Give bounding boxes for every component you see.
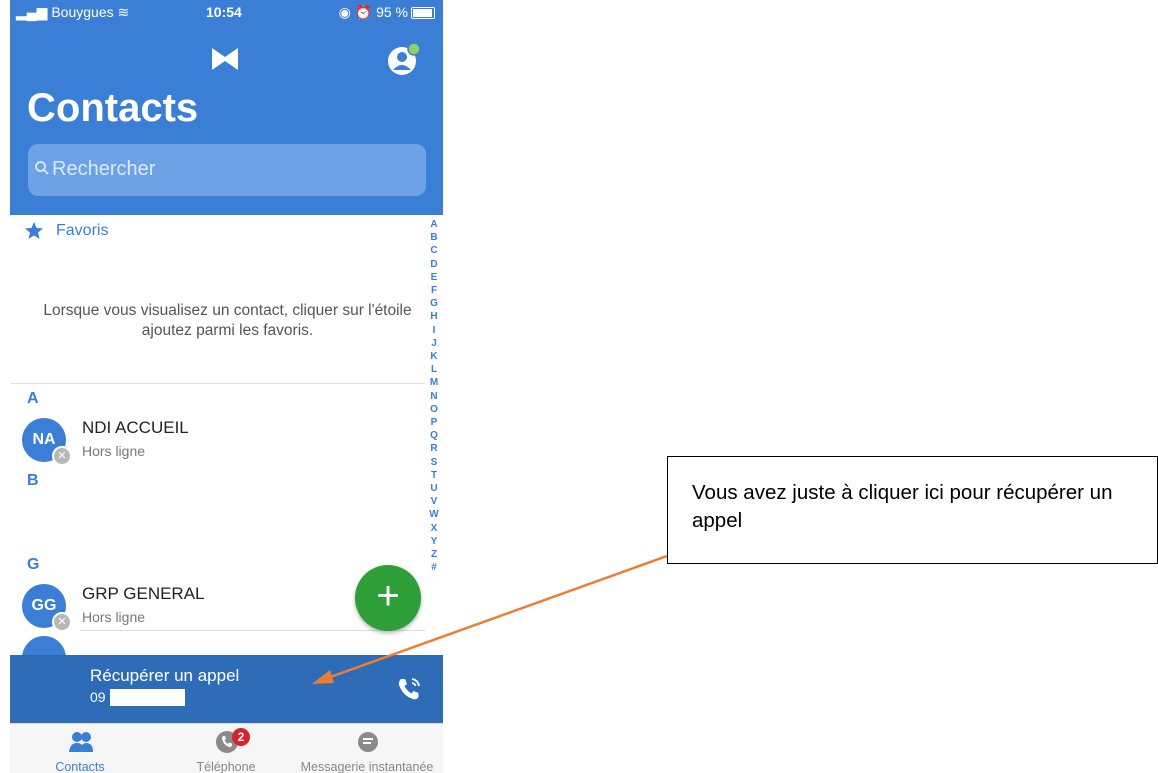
tab-label: Téléphone [196,760,256,773]
recover-call-bar[interactable]: Récupérer un appel 09 [10,655,443,723]
section-divider [10,383,425,384]
alphabet-letter[interactable]: K [427,350,441,363]
section-header-a: A [27,390,39,407]
search-placeholder: Rechercher [52,158,156,180]
alphabet-letter[interactable]: I [427,324,441,337]
app-header: ▂▄▆ Bouygues ≋ 10:54 ◉ ⏰ 95 % Contacts R… [10,0,443,215]
alphabet-letter[interactable]: F [427,284,441,297]
alphabet-letter[interactable]: D [427,258,441,271]
alphabet-letter[interactable]: L [427,363,441,376]
alphabet-letter[interactable]: E [427,271,441,284]
chat-icon [358,732,378,752]
offline-status-icon: ✕ [52,446,72,466]
tab-label: Contacts [55,760,105,773]
alphabet-letter[interactable]: X [427,522,441,535]
tab-telephone[interactable]: 2 Téléphone [156,724,296,773]
user-profile-icon[interactable] [387,42,421,76]
alphabet-letter[interactable]: H [427,310,441,323]
alphabet-letter[interactable]: U [427,482,441,495]
contact-status: Hors ligne [82,609,146,625]
alphabet-letter[interactable]: Y [427,535,441,548]
bottom-tab-bar: Contacts 2 Téléphone Messagerie instanta… [10,723,443,773]
carrier-label: ▂▄▆ Bouygues ≋ [16,4,130,20]
offline-status-icon: ✕ [52,612,72,632]
alphabet-letter[interactable]: P [427,416,441,429]
alphabet-index[interactable]: A B C D E F G H I J K L M N O P Q R S T U V W X Y Z # [427,218,441,574]
alphabet-letter[interactable]: B [427,231,441,244]
redacted-number [110,689,185,706]
battery-indicator: ◉ ⏰ 95 % [339,4,435,21]
page-title: Contacts [27,86,199,130]
alphabet-letter[interactable]: A [427,218,441,231]
status-time: 10:54 [206,4,242,20]
alphabet-letter[interactable]: S [427,456,441,469]
app-logo-icon [212,48,238,70]
alphabet-letter[interactable]: N [427,390,441,403]
tab-messagerie[interactable]: Messagerie instantanée [297,724,437,773]
favorites-label: Favoris [56,222,109,239]
alphabet-letter[interactable]: V [427,495,441,508]
favorites-empty-text: Lorsque vous visualisez un contact, cliq… [43,302,412,339]
row-divider [80,630,425,631]
alphabet-letter[interactable]: # [427,561,441,574]
annotation-callout: Vous avez juste à cliquer ici pour récup… [667,456,1158,564]
alphabet-letter[interactable]: T [427,469,441,482]
alphabet-letter[interactable]: J [427,337,441,350]
status-bar: ▂▄▆ Bouygues ≋ 10:54 ◉ ⏰ 95 % [10,4,443,22]
contact-name: GRP GENERAL [82,584,205,603]
contact-status: Hors ligne [82,443,146,459]
phone-ring-icon[interactable] [395,675,423,703]
recover-call-label: Récupérer un appel [90,666,240,685]
contact-row[interactable]: NA ✕ NDI ACCUEIL Hors ligne [22,418,422,466]
alphabet-letter[interactable]: W [427,508,441,521]
phone-screen: ▂▄▆ Bouygues ≋ 10:54 ◉ ⏰ 95 % Contacts R… [10,0,443,773]
alphabet-letter[interactable]: Z [427,548,441,561]
star-icon [25,222,43,239]
recover-call-number: 09 [90,689,106,705]
add-contact-button[interactable]: + [355,565,421,631]
search-input[interactable]: Rechercher [28,144,426,196]
section-header-g: G [27,556,40,573]
tab-contacts[interactable]: Contacts [10,724,150,773]
alphabet-letter[interactable]: C [427,244,441,257]
search-icon [35,161,49,175]
contact-name: NDI ACCUEIL [82,418,189,437]
alphabet-letter[interactable]: Q [427,429,441,442]
missed-calls-badge: 2 [232,728,250,746]
contacts-icon [69,732,93,752]
section-header-b: B [27,472,39,489]
annotation-text: Vous avez juste à cliquer ici pour récup… [692,481,1113,532]
alphabet-letter[interactable]: R [427,442,441,455]
tab-label: Messagerie instantanée [300,760,434,773]
alphabet-letter[interactable]: O [427,403,441,416]
battery-icon [411,7,435,20]
alphabet-letter[interactable]: M [427,376,441,389]
alphabet-letter[interactable]: G [427,297,441,310]
